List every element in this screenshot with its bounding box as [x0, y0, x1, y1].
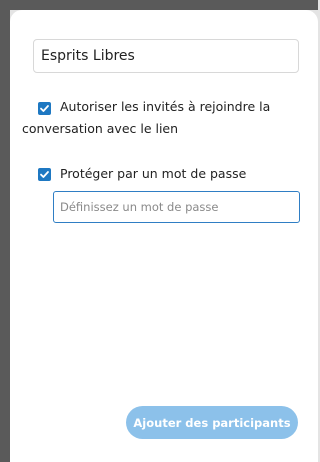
backdrop-overlay-left	[0, 0, 10, 462]
checkmark-icon	[40, 171, 49, 178]
password-field[interactable]	[53, 191, 300, 223]
password-protect-checkbox[interactable]	[38, 168, 51, 181]
conversation-name-input[interactable]	[33, 39, 299, 73]
new-conversation-dialog: Autoriser les invités à rejoindre la con…	[10, 10, 318, 462]
password-protect-label: Protéger par un mot de passe	[60, 166, 247, 181]
add-participants-button[interactable]: Ajouter des participants	[126, 406, 298, 439]
backdrop-overlay-top	[0, 0, 318, 10]
allow-guests-label: Autoriser les invités à rejoindre la con…	[22, 99, 271, 136]
